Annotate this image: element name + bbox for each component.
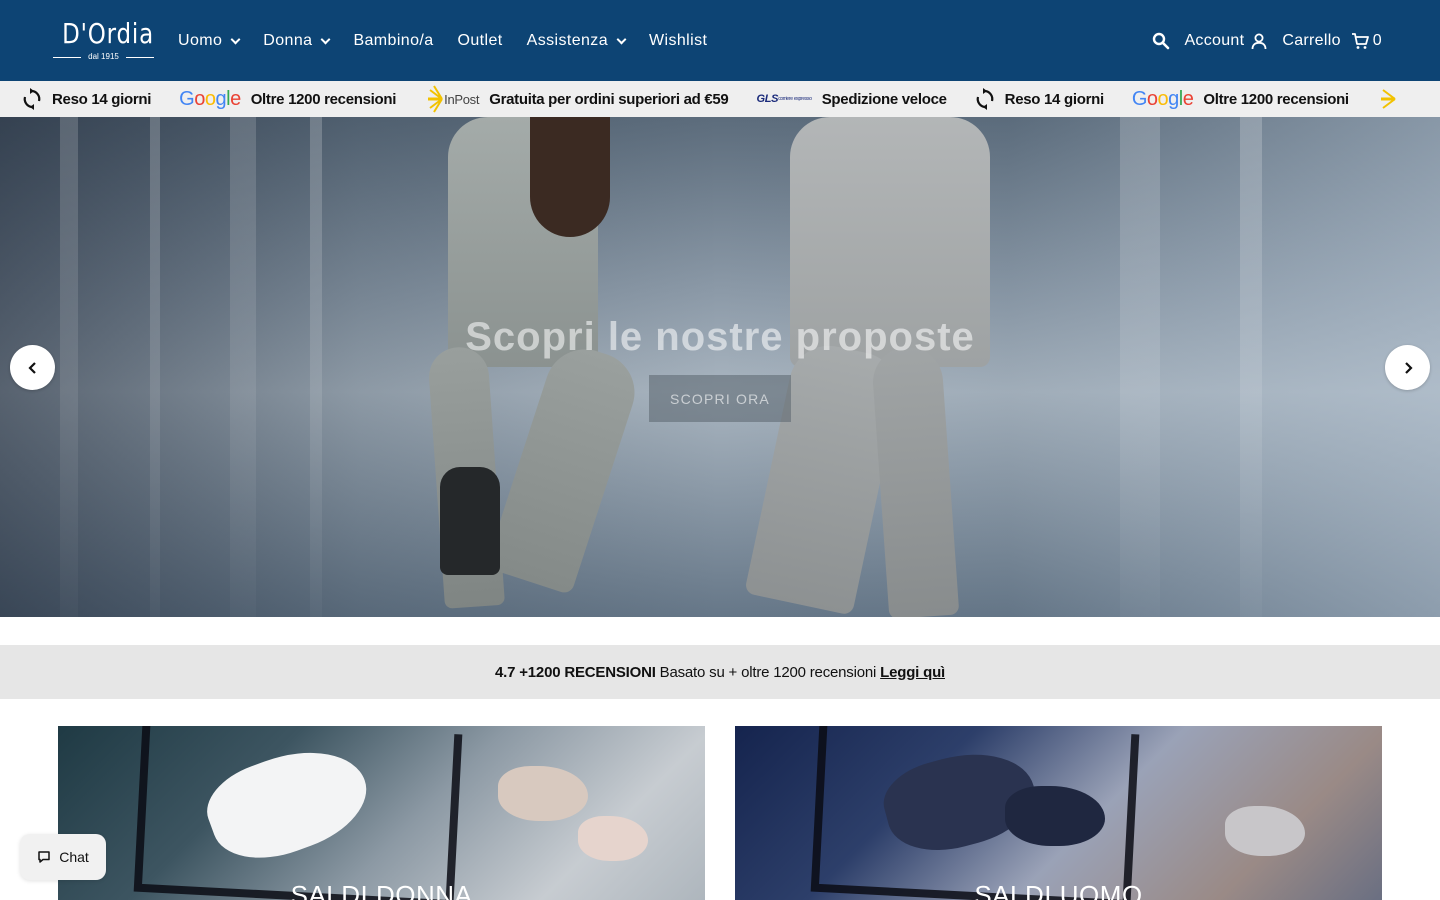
trust-text: Reso 14 giorni [1004, 90, 1104, 108]
trust-item-returns: Reso 14 giorni [22, 88, 151, 110]
hero-reflection [310, 117, 322, 617]
hero-reflection [1120, 117, 1160, 617]
trust-bar: Reso 14 giorni Google Oltre 1200 recensi… [0, 81, 1440, 117]
hero-banner[interactable]: Scopri le nostre proposte SCOPRI ORA [0, 117, 1440, 617]
discover-button[interactable]: SCOPRI ORA [649, 375, 791, 422]
trust-track: Reso 14 giorni Google Oltre 1200 recensi… [22, 81, 1435, 117]
nav-label: Wishlist [649, 32, 708, 49]
hero-hair [530, 117, 610, 237]
google-logo: Google [1131, 87, 1194, 110]
tile-shoe [1225, 806, 1305, 856]
inpost-sun-icon [1377, 84, 1397, 114]
tile-title: SALDI DONNA [290, 880, 473, 900]
hero-figure-leg [870, 344, 960, 617]
reviews-text: Basato su + oltre 1200 recensioni [659, 663, 877, 681]
chat-button[interactable]: Chat [20, 834, 106, 880]
chevron-down-icon [616, 34, 627, 44]
trust-item-shipping: InPost Gratuita per ordini superiori ad … [424, 84, 729, 114]
gls-logo-subtext: corriere espresso [778, 96, 812, 102]
site-header: D'Ordia dal 1915 Uomo Donna Bambino/a Ou… [0, 0, 1440, 81]
search-icon [1153, 32, 1170, 50]
cart-link[interactable]: Carrello 0 [1282, 32, 1382, 50]
category-tile-men[interactable]: SALDI UOMO [735, 726, 1382, 900]
category-tile-women[interactable]: SALDI DONNA [58, 726, 705, 900]
hero-shoe [440, 467, 500, 575]
trust-text: Oltre 1200 recensioni [1203, 90, 1349, 108]
hero-reflection [230, 117, 256, 617]
nav-label: Uomo [178, 32, 223, 49]
hero-figure-leg [485, 338, 645, 596]
nav-label: Assistenza [526, 32, 608, 49]
tile-title: SALDI UOMO [974, 880, 1143, 900]
nav-item-bambino[interactable]: Bambino/a [353, 32, 433, 50]
trust-item-reviews: Google Oltre 1200 recensioni [1132, 88, 1349, 111]
trust-text: Gratuita per ordini superiori ad €59 [489, 90, 729, 108]
reviews-read-link[interactable]: Leggi quì [880, 664, 945, 681]
carousel-next-button[interactable] [1385, 345, 1430, 390]
user-icon [1251, 33, 1267, 50]
reviews-bar: 4.7 +1200 RECENSIONI Basato su + oltre 1… [0, 645, 1440, 699]
chevron-left-icon [27, 361, 36, 374]
chevron-down-icon [230, 34, 241, 44]
nav-item-uomo[interactable]: Uomo [178, 32, 241, 50]
nav-label: Bambino/a [353, 32, 434, 49]
nav-item-wishlist[interactable]: Wishlist [649, 32, 707, 50]
hero-title: Scopri le nostre proposte [465, 315, 975, 359]
header-actions: Account Carrello 0 [1152, 28, 1382, 54]
hero-reflection [150, 117, 160, 617]
cart-label: Carrello [1282, 32, 1341, 49]
trust-text: Spedizione veloce [821, 90, 947, 108]
trust-item-partial [1377, 84, 1407, 114]
trust-item-reviews: Google Oltre 1200 recensioni [179, 88, 396, 111]
nav-label: Donna [263, 32, 313, 49]
account-label: Account [1184, 32, 1245, 49]
cart-icon [1351, 33, 1369, 49]
gls-logo-text: GLS [756, 93, 779, 105]
trust-item-returns: Reso 14 giorni [975, 88, 1104, 110]
hero-reflection [60, 117, 78, 617]
chat-bubble-icon [38, 851, 50, 863]
main-nav: Uomo Donna Bambino/a Outlet Assistenza W… [178, 28, 731, 54]
chat-label: Chat [59, 849, 89, 865]
gls-logo: GLS corriere espresso [756, 93, 812, 105]
chevron-down-icon [320, 34, 331, 44]
nav-label: Outlet [457, 32, 503, 49]
nav-item-donna[interactable]: Donna [263, 32, 331, 50]
reviews-rating: 4.7 +1200 RECENSIONI [495, 663, 656, 681]
trust-text: Oltre 1200 recensioni [250, 90, 397, 108]
site-logo[interactable]: D'Ordia dal 1915 [53, 18, 154, 64]
tile-shoe [578, 816, 648, 861]
nav-item-outlet[interactable]: Outlet [458, 32, 503, 50]
refresh-icon [22, 88, 42, 110]
search-button[interactable] [1152, 32, 1170, 50]
logo-subtitle: dal 1915 [53, 52, 154, 62]
refresh-icon [975, 88, 995, 110]
trust-text: Reso 14 giorni [52, 90, 152, 108]
account-link[interactable]: Account [1184, 32, 1268, 50]
carousel-prev-button[interactable] [10, 345, 55, 390]
google-logo: Google [179, 87, 241, 110]
chevron-right-icon [1404, 361, 1413, 374]
inpost-logo-text: InPost [444, 91, 480, 107]
tile-shoe [498, 766, 588, 821]
hero-reflection [1240, 117, 1262, 617]
nav-item-assistenza[interactable]: Assistenza [526, 32, 627, 50]
logo-text: D'Ordia [62, 17, 154, 50]
inpost-logo: InPost [424, 84, 480, 114]
trust-item-fast-shipping: GLS corriere espresso Spedizione veloce [756, 90, 947, 108]
cart-count: 0 [1372, 32, 1382, 49]
